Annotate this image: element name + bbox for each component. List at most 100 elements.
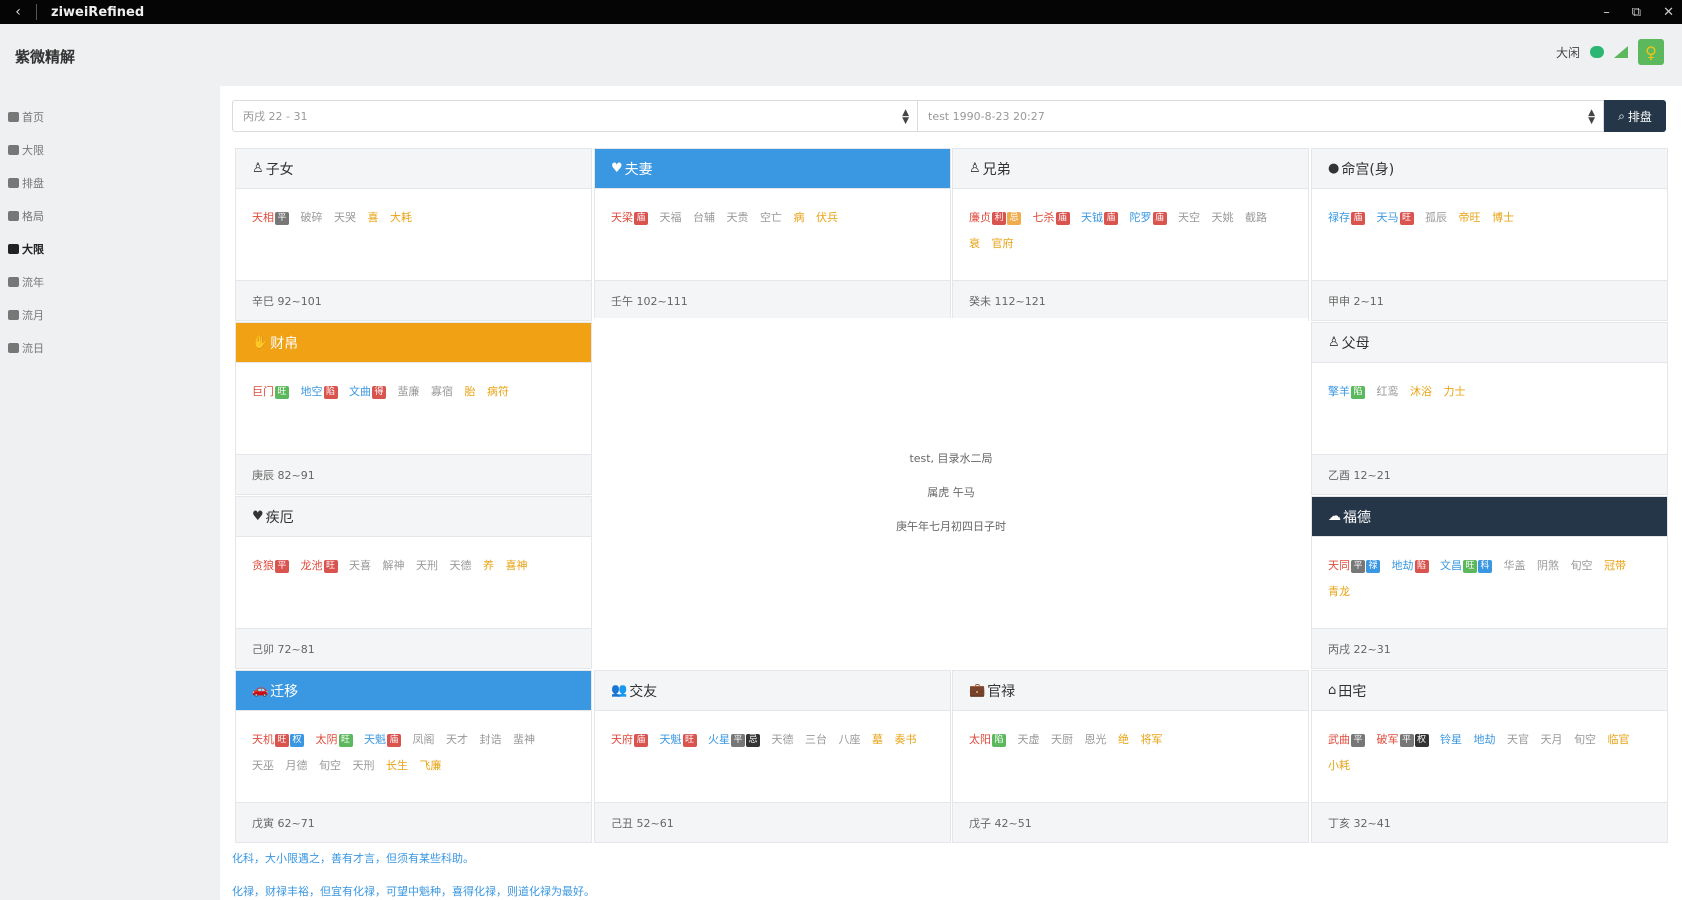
star-item: 地空陷 [301, 385, 338, 399]
sidebar-item-5[interactable]: 流年 [0, 265, 210, 298]
star-name: 封诰 [479, 733, 502, 746]
star-item: 帝旺 [1459, 211, 1481, 224]
star-name: 力士 [1443, 385, 1466, 398]
star-item: 飞廉 [420, 759, 442, 772]
back-icon[interactable]: ‹ [0, 4, 36, 20]
palace-jiaoyou[interactable]: 👥 交友 天府庙 天魁旺 火星平忌 天德 三台 八座 墓 奏书 己丑 52~61 [594, 670, 951, 843]
star-name: 龙池 [300, 559, 323, 572]
sidebar-item-home[interactable]: 首页 [0, 100, 210, 133]
calendar-check-icon [8, 243, 19, 254]
palace-fuqi[interactable]: ♥ 夫妻 天梁庙 天福 台辅 天贵 空亡 病 伏兵 壬午 102~111 [594, 148, 951, 321]
star-name: 冠带 [1604, 559, 1626, 572]
wechat-icon[interactable] [1590, 46, 1604, 58]
calendar-icon [8, 144, 19, 155]
star-item: 禄存庙 [1328, 211, 1365, 225]
sidebar-item-active[interactable]: 大限 [0, 232, 210, 265]
star-name: 长生 [386, 759, 408, 772]
briefcase-icon: 💼 [969, 683, 986, 698]
select-arrows-icon: ▲ ▼ [1588, 108, 1595, 126]
star-item: 天喜 [349, 559, 371, 572]
palace-fude[interactable]: ☁ 福德 天同平禄 地劫陷 文昌旺科 华盖 阴煞 旬空 冠带 青龙 丙戌 22~3… [1311, 496, 1668, 669]
star-item: 铃星 [1440, 733, 1462, 746]
avatar[interactable]: ♀ [1638, 39, 1664, 65]
star-name: 奏书 [894, 733, 917, 746]
star-name: 天虚 [1017, 733, 1040, 746]
close-icon[interactable]: ✕ [1663, 5, 1674, 20]
sidebar-item-label: 排盘 [22, 176, 44, 190]
sidebar-item-3[interactable]: 格局 [0, 199, 210, 232]
search-button[interactable]: ⌕ 排盘 [1604, 100, 1666, 132]
palace-qianyi[interactable]: 🚗 迁移 天机旺权 太阴旺 天魁庙 凤阁 天才 封诰 蜚神 天巫 月德 旬空 天刑… [235, 670, 592, 843]
star-name: 天厨 [1051, 733, 1073, 746]
profile-select[interactable]: test 1990-8-23 20:27 ▲ ▼ [918, 100, 1604, 132]
person-icon: ♙ [969, 161, 981, 176]
palace-title: 官禄 [987, 683, 1016, 700]
star-item: 月德 [286, 759, 308, 772]
calendar-icon [8, 309, 19, 320]
palace-minggong[interactable]: ● 命宫(身) 禄存庙 天马旺 孤辰 帝旺 博士 甲申 2~11 [1311, 148, 1668, 321]
star-name: 天贵 [726, 211, 749, 224]
note-line-2[interactable]: 化禄，财禄丰裕，但宜有化禄，可望中魁种，喜得化禄，则道化禄为最好。 [232, 875, 595, 900]
palace-jie[interactable]: ♥ 疾厄 贪狼平 龙池旺 天喜 解神 天刑 天德 养 喜神 己卯 72~81 [235, 496, 592, 669]
star-name: 铃星 [1440, 733, 1462, 746]
star-name: 巨门 [252, 385, 274, 398]
palace-stars: 天梁庙 天福 台辅 天贵 空亡 病 伏兵 [595, 189, 950, 277]
star-item: 破军平权 [1377, 733, 1429, 747]
star-item: 武曲平 [1328, 733, 1365, 747]
sidebar-item-label: 流日 [22, 341, 44, 355]
app-header: 紫微精解 大闲 ♀ [0, 24, 1682, 86]
star-item: 龙池旺 [300, 559, 338, 573]
palace-stars: 天机旺权 太阴旺 天魁庙 凤阁 天才 封诰 蜚神 天巫 月德 旬空 天刑 长生 … [236, 711, 591, 799]
palace-tianzhai[interactable]: ⌂ 田宅 武曲平 破军平权 铃星 地劫 天官 天月 旬空 临官 小耗 丁亥 32~… [1311, 670, 1668, 843]
person-icon: ♙ [252, 161, 264, 176]
select-arrows-icon: ▲ ▼ [902, 108, 909, 126]
star-name: 天刑 [416, 559, 438, 572]
star-brightness-badge: 平 [275, 211, 289, 225]
star-name: 旬空 [319, 759, 341, 772]
sidebar-item-6[interactable]: 流月 [0, 298, 210, 331]
star-item: 天同平禄 [1328, 559, 1380, 573]
star-name: 帝旺 [1458, 211, 1481, 224]
star-brightness-badge: 陷 [1414, 559, 1429, 573]
star-name: 陀罗 [1129, 211, 1152, 224]
sidebar-item-7[interactable]: 流日 [0, 331, 210, 364]
user-name[interactable]: 大闲 [1556, 44, 1580, 61]
palace-footer: 戊寅 62~71 [236, 802, 591, 842]
star-name: 病 [793, 211, 805, 224]
star-brightness-badge: 庙 [1055, 211, 1070, 225]
minimize-icon[interactable]: – [1603, 5, 1610, 20]
star-item: 文昌旺科 [1440, 559, 1492, 573]
note-line-1[interactable]: 化科，大小限遇之，善有才言，但须有某些科助。 [232, 842, 595, 875]
palace-guanlu[interactable]: 💼 官禄 太阳陷 天虚 天厨 恩光 绝 将军 戊子 42~51 [952, 670, 1309, 843]
palace-caibo[interactable]: ✋ 财帛 巨门旺 地空陷 文曲得 蜚廉 寡宿 胎 病符 庚辰 82~91 [235, 322, 592, 495]
star-item: 胎 [465, 385, 476, 398]
palace-title: 子女 [265, 161, 294, 178]
interpretation-notes: 化科，大小限遇之，善有才言，但须有某些科助。 化禄，财禄丰裕，但宜有化禄，可望中… [232, 842, 595, 900]
star-name: 地劫 [1473, 733, 1496, 746]
star-item: 衰 [969, 237, 980, 250]
star-name: 天官 [1507, 733, 1529, 746]
palace-zinu[interactable]: ♙ 子女 天相平 破碎 天哭 喜 大耗 辛巳 92~101 [235, 148, 592, 321]
star-item: 长生 [386, 759, 408, 772]
star-item: 天府庙 [611, 733, 648, 747]
sidebar-item-2[interactable]: 排盘 [0, 166, 210, 199]
chart-center-info: test, 目录水二局 属虎 午马 庚午年七月初四日子时 [594, 318, 1308, 666]
star-name: 伏兵 [816, 211, 838, 224]
star-item: 天哭 [334, 211, 356, 224]
restore-icon[interactable]: ⧉ [1632, 5, 1641, 20]
palace-xiongdi[interactable]: ♙ 兄弟 廉贞利忌 七杀庙 天钺庙 陀罗庙 天空 天姚 截路 衰 官府 癸未 11… [952, 148, 1309, 321]
star-item: 博士 [1492, 211, 1514, 224]
palace-header: ⌂ 田宅 [1312, 671, 1667, 711]
star-item: 文曲得 [349, 385, 386, 399]
star-name: 天刑 [352, 759, 375, 772]
star-name: 天哭 [334, 211, 356, 224]
star-brightness-badge: 权 [290, 733, 304, 747]
star-name: 胎 [464, 385, 476, 398]
sidebar-item-1[interactable]: 大限 [0, 133, 210, 166]
star-brightness-badge: 禄 [1366, 559, 1380, 573]
palace-fumu[interactable]: ♙ 父母 擎羊陷 红鸾 沐浴 力士 乙酉 12~21 [1311, 322, 1668, 495]
star-item: 病符 [487, 385, 509, 398]
star-name: 红鸾 [1376, 385, 1399, 398]
decade-select[interactable]: 丙戌 22 - 31 ▲ ▼ [232, 100, 918, 132]
star-name: 天机 [252, 733, 274, 746]
